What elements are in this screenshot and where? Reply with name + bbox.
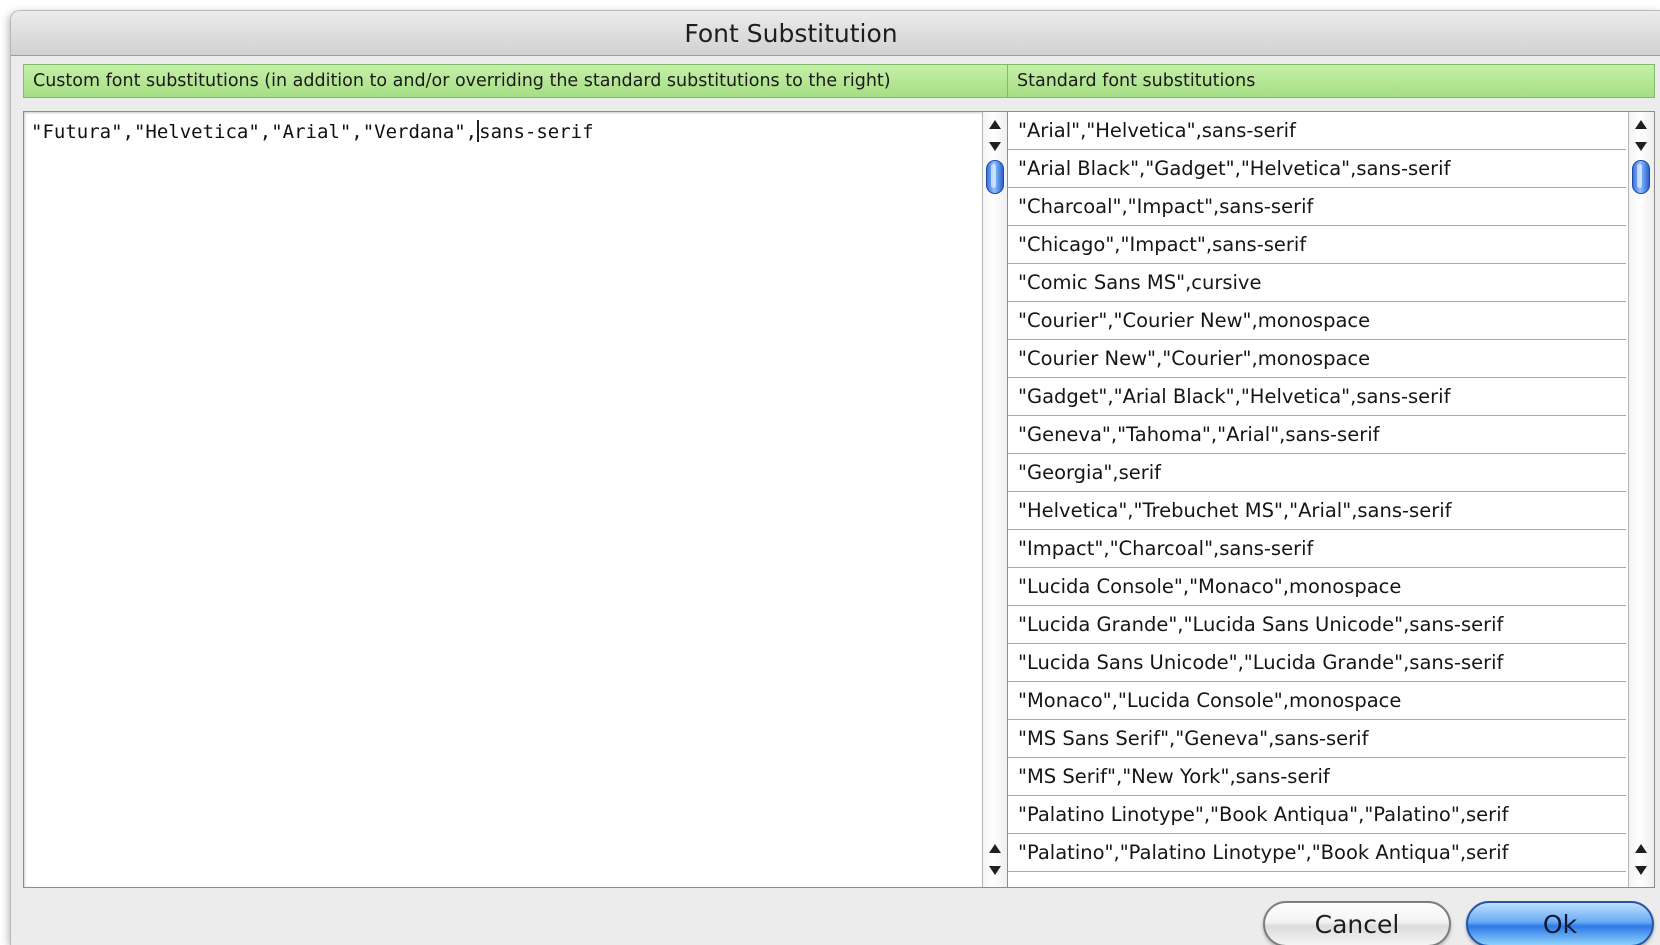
standard-vertical-scrollbar[interactable] — [1628, 112, 1654, 887]
standard-substitutions-list[interactable]: "Arial","Helvetica",sans-serif "Arial Bl… — [1007, 111, 1655, 888]
list-item[interactable]: "Impact","Charcoal",sans-serif — [1008, 530, 1626, 568]
list-item[interactable]: "MS Sans Serif","Geneva",sans-serif — [1008, 720, 1626, 758]
custom-substitutions-header: Custom font substitutions (in addition t… — [23, 64, 1009, 98]
custom-substitutions-text[interactable]: "Futura","Helvetica","Arial","Verdana", s… — [31, 120, 594, 143]
font-substitution-dialog: Font Substitution Custom font substituti… — [10, 10, 1660, 945]
list-item[interactable]: "Courier New","Courier",monospace — [1008, 340, 1626, 378]
list-item[interactable]: "Charcoal","Impact",sans-serif — [1008, 188, 1626, 226]
scroll-up-arrow-icon[interactable] — [989, 844, 1001, 853]
text-before-cursor: "Futura","Helvetica","Arial","Verdana", — [31, 121, 478, 143]
scroll-up-arrow-icon[interactable] — [989, 120, 1001, 129]
ok-button[interactable]: Ok — [1466, 901, 1654, 945]
list-item[interactable]: "Georgia",serif — [1008, 454, 1626, 492]
scroll-up-arrow-icon[interactable] — [1635, 120, 1647, 129]
scroll-down-arrow-icon[interactable] — [1635, 866, 1647, 875]
scroll-down-arrow-icon[interactable] — [989, 866, 1001, 875]
list-item[interactable]: "Chicago","Impact",sans-serif — [1008, 226, 1626, 264]
list-item[interactable]: "MS Serif","New York",sans-serif — [1008, 758, 1626, 796]
list-item[interactable]: "Monaco","Lucida Console",monospace — [1008, 682, 1626, 720]
title-bar[interactable]: Font Substitution — [11, 11, 1660, 56]
list-item[interactable]: "Courier","Courier New",monospace — [1008, 302, 1626, 340]
list-item[interactable]: "Palatino Linotype","Book Antiqua","Pala… — [1008, 796, 1626, 834]
scroll-down-arrow-icon[interactable] — [1635, 142, 1647, 151]
text-after-cursor: sans-serif — [479, 121, 594, 143]
cancel-button[interactable]: Cancel — [1263, 901, 1451, 945]
list-item[interactable]: "Gadget","Arial Black","Helvetica",sans-… — [1008, 378, 1626, 416]
list-item[interactable]: "Arial","Helvetica",sans-serif — [1008, 112, 1626, 150]
custom-vertical-scrollbar[interactable] — [982, 112, 1008, 887]
custom-substitutions-textarea[interactable]: "Futura","Helvetica","Arial","Verdana", s… — [23, 111, 1009, 888]
list-item[interactable]: "Geneva","Tahoma","Arial",sans-serif — [1008, 416, 1626, 454]
list-item[interactable]: "Lucida Sans Unicode","Lucida Grande",sa… — [1008, 644, 1626, 682]
window-title: Font Substitution — [684, 19, 898, 48]
list-item[interactable]: "Helvetica","Trebuchet MS","Arial",sans-… — [1008, 492, 1626, 530]
scroll-up-arrow-icon[interactable] — [1635, 844, 1647, 853]
scroll-thumb[interactable] — [1632, 160, 1650, 194]
list-item[interactable]: "Comic Sans MS",cursive — [1008, 264, 1626, 302]
scroll-thumb[interactable] — [986, 160, 1004, 194]
list-item[interactable]: "Palatino","Palatino Linotype","Book Ant… — [1008, 834, 1626, 872]
list-item[interactable]: "Arial Black","Gadget","Helvetica",sans-… — [1008, 150, 1626, 188]
standard-substitutions-header: Standard font substitutions — [1007, 64, 1655, 98]
list-item[interactable]: "Lucida Grande","Lucida Sans Unicode",sa… — [1008, 606, 1626, 644]
scroll-down-arrow-icon[interactable] — [989, 142, 1001, 151]
list-item[interactable]: "Lucida Console","Monaco",monospace — [1008, 568, 1626, 606]
